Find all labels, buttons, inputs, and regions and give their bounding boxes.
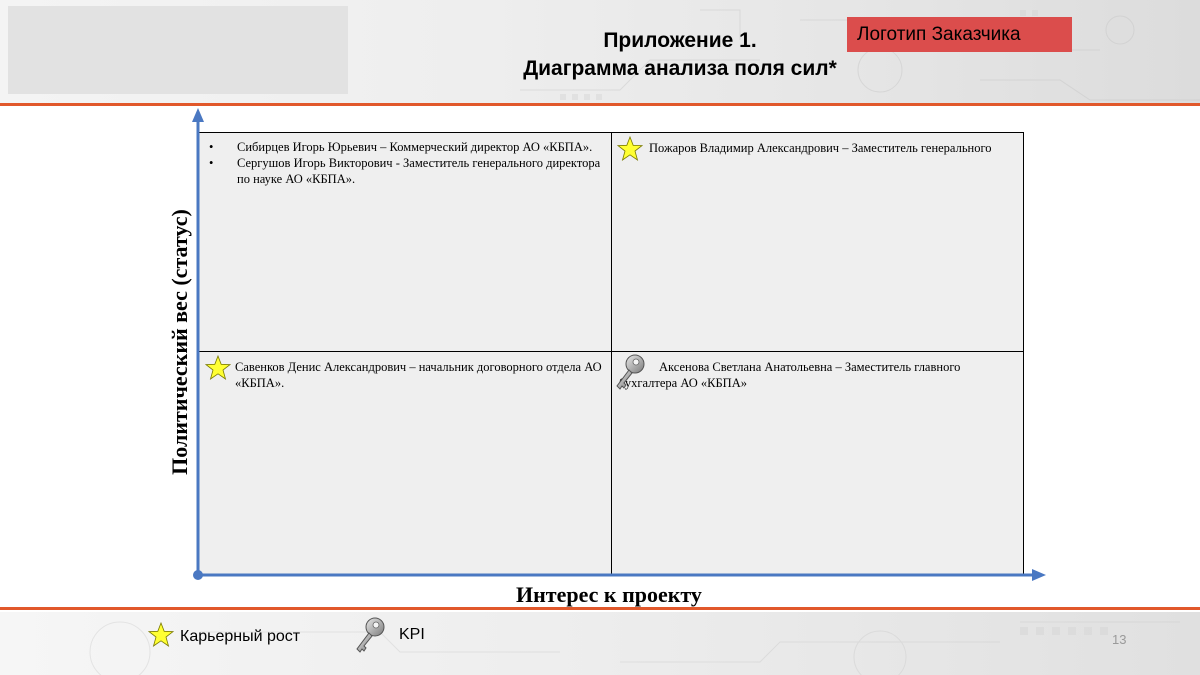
slide: Приложение 1. Диаграмма анализа поля сил… — [0, 0, 1200, 675]
top-divider-line — [0, 103, 1200, 106]
key-icon — [616, 354, 645, 390]
stakeholder-text: Сибирцев Игорь Юрьевич – Коммерческий ди… — [237, 140, 593, 154]
quadrant-bottom-right: Аксенова Светлана Анатольевна – Заместит… — [619, 360, 961, 390]
list-item: • Сергушов Игорь Викторович - Заместител… — [207, 155, 602, 187]
header-placeholder-box — [8, 6, 348, 94]
bullet-marker: • — [209, 140, 214, 154]
stakeholder-text: Сергушов Игорь Викторович - Заместитель … — [237, 156, 601, 186]
customer-logo-placeholder: Логотип Заказчика — [847, 17, 1072, 52]
grid-horizontal-divider — [199, 351, 1023, 352]
page-number: 13 — [1112, 632, 1127, 647]
slide-title-line2: Диаграмма анализа поля сил* — [523, 57, 837, 80]
legend-star-icon — [148, 622, 174, 647]
grid-vertical-divider — [611, 133, 612, 574]
legend-key-icon — [356, 617, 385, 653]
star-icon — [617, 136, 643, 161]
y-axis-arrow — [192, 108, 204, 122]
quadrant-top-left: • Сибирцев Игорь Юрьевич – Коммерческий … — [207, 139, 602, 187]
list-item: • Сибирцев Игорь Юрьевич – Коммерческий … — [207, 139, 602, 155]
force-field-grid: • Сибирцев Игорь Юрьевич – Коммерческий … — [198, 132, 1024, 575]
y-axis-label: Политический вес (статус) — [167, 209, 192, 475]
quadrant-bottom-left: Савенков Денис Александрович – начальник… — [235, 360, 602, 390]
x-axis-label: Интерес к проекту — [516, 582, 702, 607]
x-axis-arrow — [1032, 569, 1046, 581]
bullet-marker: • — [209, 156, 214, 170]
legend-career-label: Карьерный рост — [180, 628, 301, 645]
legend-kpi-label: KPI — [399, 626, 425, 643]
star-icon — [205, 355, 231, 380]
quadrant-top-right: Пожаров Владимир Александрович – Замести… — [649, 141, 992, 155]
